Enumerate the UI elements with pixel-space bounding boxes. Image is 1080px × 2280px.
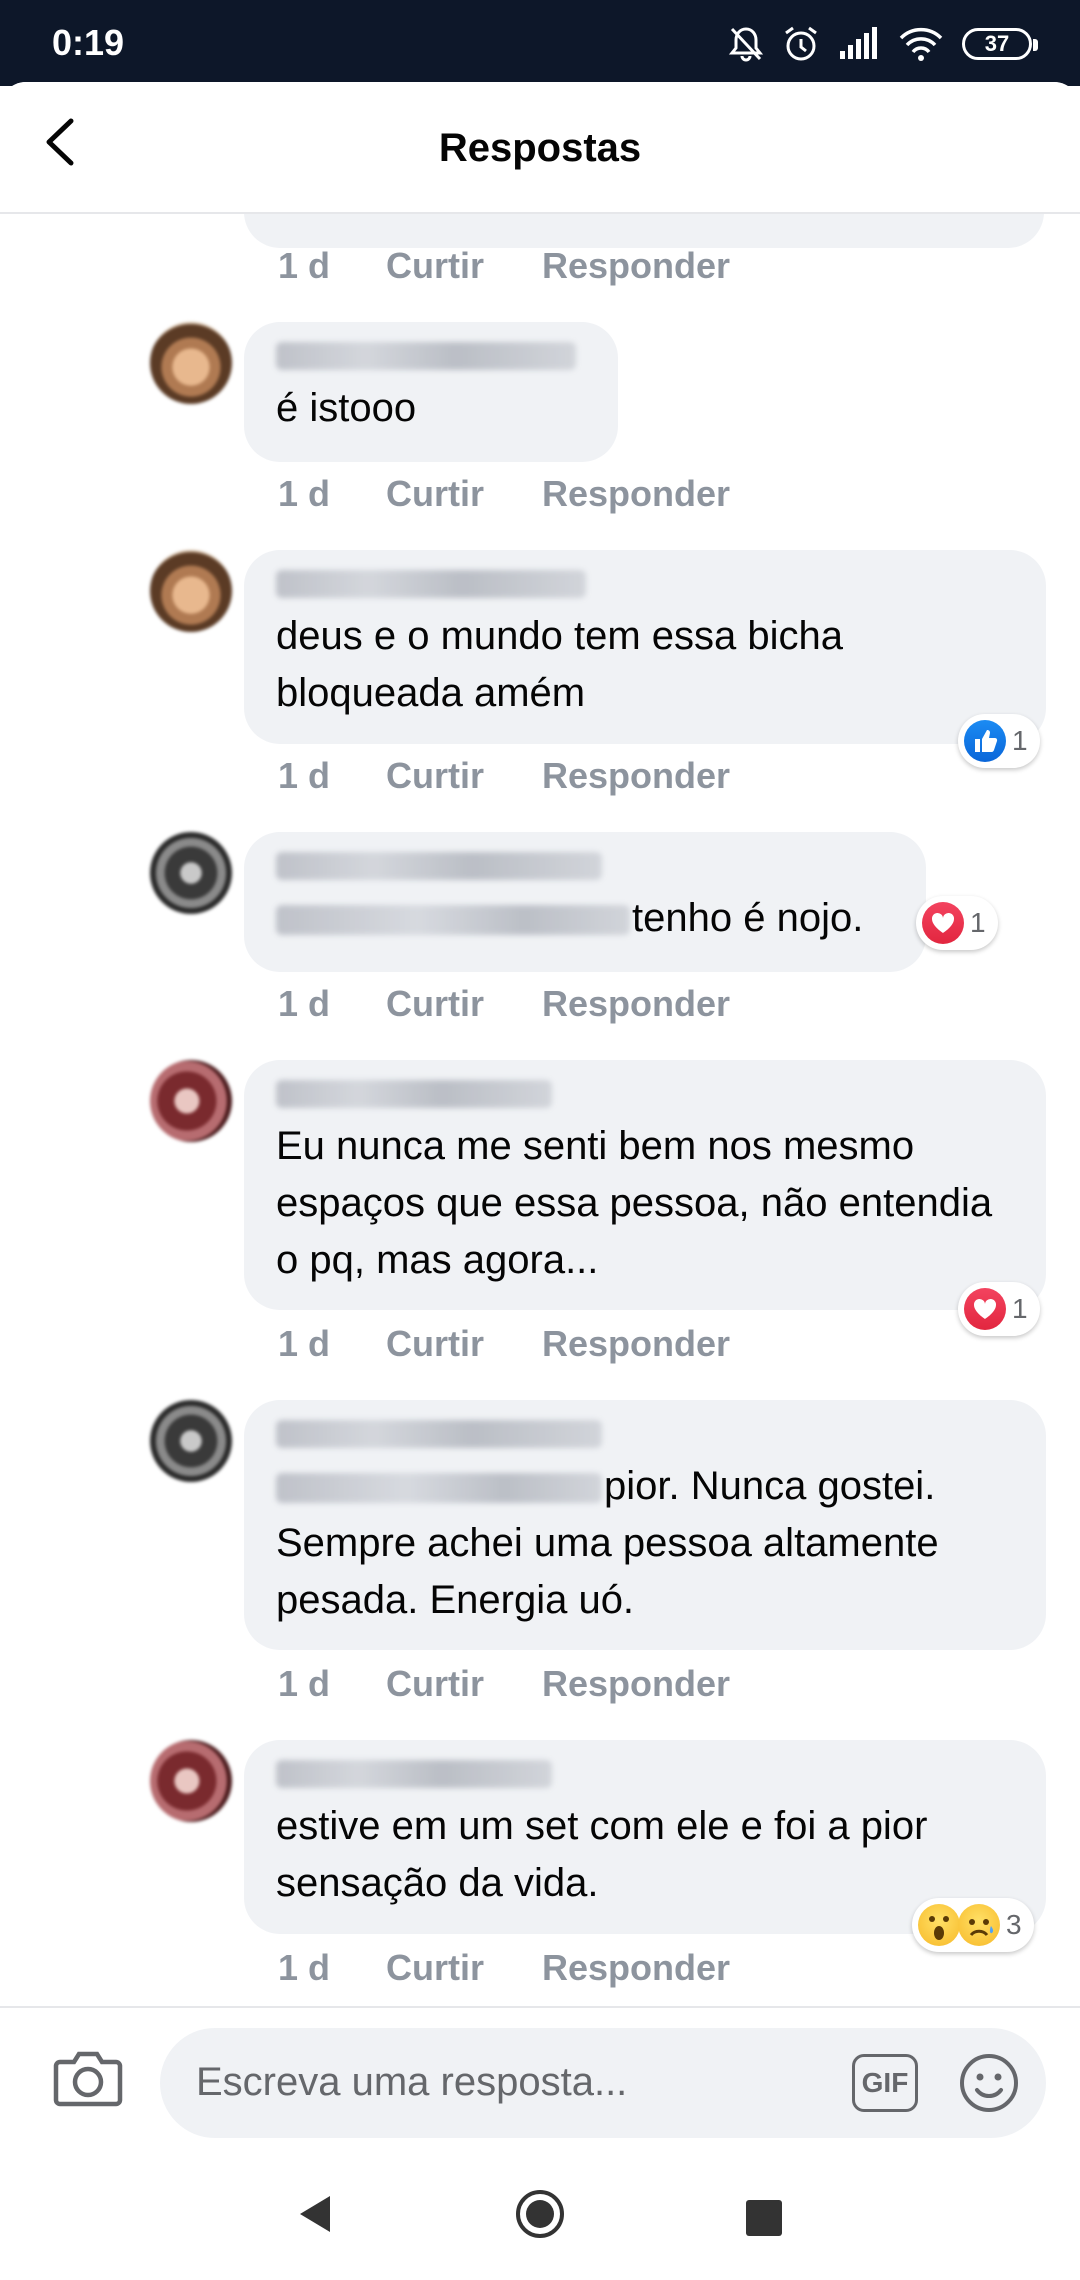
like-button[interactable]: Curtir bbox=[386, 1323, 542, 1365]
reaction-summary[interactable]: 1 bbox=[958, 714, 1040, 768]
avatar[interactable] bbox=[150, 550, 232, 632]
author-name[interactable] bbox=[276, 852, 602, 880]
like-button[interactable]: Curtir bbox=[386, 1947, 542, 1989]
like-button[interactable]: Curtir bbox=[386, 983, 542, 1025]
comment-time: 1 d bbox=[278, 1663, 331, 1704]
author-name[interactable] bbox=[276, 570, 586, 598]
comment-time: 1 d bbox=[278, 473, 331, 514]
reaction-summary[interactable]: 3 bbox=[912, 1898, 1034, 1952]
reaction-summary[interactable]: 1 bbox=[916, 896, 998, 950]
comment-actions: 1 d Curtir Responder bbox=[278, 754, 730, 798]
like-reaction-icon bbox=[964, 720, 1006, 762]
reply-button[interactable]: Responder bbox=[542, 983, 730, 1025]
camera-button[interactable] bbox=[52, 2046, 124, 2110]
comment-bubble[interactable]: Eu nunca me senti bem nos mesmo espaços … bbox=[244, 1060, 1046, 1310]
reaction-summary[interactable]: 1 bbox=[958, 1282, 1040, 1336]
comment-bubble[interactable]: deus e o mundo tem essa bicha bloqueada … bbox=[244, 550, 1046, 744]
battery-icon: 37 bbox=[962, 28, 1038, 60]
page-title: Respostas bbox=[438, 126, 642, 170]
status-bar: 0:19 37 bbox=[0, 0, 1080, 86]
love-reaction-icon bbox=[964, 1288, 1006, 1330]
nav-back-icon bbox=[300, 2196, 330, 2232]
sad-reaction-icon bbox=[958, 1904, 1000, 1946]
comment-bubble[interactable]: pior. Nunca gostei. Sempre achei uma pes… bbox=[244, 1400, 1046, 1650]
author-name[interactable] bbox=[276, 342, 576, 370]
like-button[interactable]: Curtir bbox=[386, 473, 542, 515]
comment-thread[interactable]: 1 d Curtir Responder é istooo 1 d Curtir… bbox=[0, 214, 1080, 2088]
camera-icon bbox=[53, 2051, 123, 2107]
reaction-count: 1 bbox=[970, 907, 986, 938]
signal-icon bbox=[838, 27, 880, 61]
comment-bubble[interactable]: tenho é nojo. bbox=[244, 832, 926, 972]
reply-placeholder: Escreva uma resposta... bbox=[196, 2060, 628, 2104]
gif-button[interactable]: GIF bbox=[852, 2054, 918, 2112]
emoji-icon bbox=[960, 2054, 1018, 2112]
comment-text: tenho é nojo. bbox=[632, 896, 864, 940]
comment-actions: 1 d Curtir Responder bbox=[278, 982, 730, 1026]
reaction-count: 1 bbox=[1012, 725, 1028, 756]
previous-comment-actions: 1 d Curtir Responder bbox=[278, 244, 730, 288]
reply-button[interactable]: Responder bbox=[542, 755, 730, 797]
avatar[interactable] bbox=[150, 1060, 232, 1142]
nav-recent-apps-button[interactable] bbox=[746, 2200, 782, 2236]
avatar[interactable] bbox=[150, 1740, 232, 1822]
wow-reaction-icon bbox=[918, 1904, 960, 1946]
comment-time: 1 d bbox=[278, 755, 331, 796]
comment-actions: 1 d Curtir Responder bbox=[278, 472, 730, 516]
like-button[interactable]: Curtir bbox=[386, 1663, 542, 1705]
header: Respostas bbox=[0, 82, 1080, 214]
comment-actions: 1 d Curtir Responder bbox=[278, 1662, 730, 1706]
previous-comment-bubble bbox=[244, 214, 1044, 248]
reply-button[interactable]: Responder bbox=[542, 1323, 730, 1365]
reply-button[interactable]: Responder bbox=[542, 1663, 730, 1705]
comment-bubble[interactable]: é istooo bbox=[244, 322, 618, 462]
comment-text: Eu nunca me senti bem nos mesmo espaços … bbox=[276, 1124, 993, 1282]
mention-tag[interactable] bbox=[276, 905, 630, 936]
alarm-icon bbox=[782, 25, 820, 63]
nav-home-icon bbox=[516, 2190, 564, 2238]
comment-time: 1 d bbox=[278, 1323, 331, 1364]
status-time: 0:19 bbox=[52, 22, 125, 63]
love-reaction-icon bbox=[922, 902, 964, 944]
avatar[interactable] bbox=[150, 1400, 232, 1482]
comment-time: 1 d bbox=[278, 1947, 331, 1988]
wifi-icon bbox=[898, 26, 944, 62]
avatar[interactable] bbox=[150, 832, 232, 914]
reply-input[interactable]: Escreva uma resposta... GIF bbox=[160, 2028, 1046, 2138]
reply-button[interactable]: Responder bbox=[542, 1947, 730, 1989]
comment-text: deus e o mundo tem essa bicha bloqueada … bbox=[276, 614, 844, 715]
avatar[interactable] bbox=[150, 322, 232, 404]
comment-actions: 1 d Curtir Responder bbox=[278, 1946, 730, 1990]
reaction-count: 3 bbox=[1006, 1909, 1022, 1940]
comment-text: pior. Nunca gostei. bbox=[604, 1464, 936, 1508]
comment-text-continued: Sempre achei uma pessoa altamente pesada… bbox=[276, 1521, 939, 1622]
author-name[interactable] bbox=[276, 1420, 602, 1448]
battery-level-text: 37 bbox=[984, 31, 1010, 56]
reply-button[interactable]: Responder bbox=[542, 473, 730, 515]
reply-button[interactable]: Responder bbox=[542, 245, 730, 287]
emoji-button[interactable] bbox=[958, 2052, 1020, 2114]
status-icons: 37 bbox=[728, 22, 1038, 66]
bell-off-icon bbox=[728, 25, 764, 63]
reply-composer: Escreva uma resposta... GIF bbox=[0, 2006, 1080, 2152]
author-name[interactable] bbox=[276, 1080, 552, 1108]
comment-time: 1 d bbox=[278, 983, 331, 1024]
author-name[interactable] bbox=[276, 1760, 552, 1788]
comment-time: 1 d bbox=[278, 245, 331, 286]
like-button[interactable]: Curtir bbox=[386, 755, 542, 797]
system-nav-bar bbox=[0, 2152, 1080, 2280]
comment-text: estive em um set com ele e foi a pior se… bbox=[276, 1804, 928, 1905]
like-button[interactable]: Curtir bbox=[386, 245, 542, 287]
nav-back-button[interactable] bbox=[294, 2192, 334, 2241]
comment-actions: 1 d Curtir Responder bbox=[278, 1322, 730, 1366]
comment-text: é istooo bbox=[276, 386, 417, 430]
replies-sheet: Respostas 1 d Curtir Responder é istooo … bbox=[0, 82, 1080, 2280]
reaction-count: 1 bbox=[1012, 1293, 1028, 1324]
mention-tag[interactable] bbox=[276, 1473, 602, 1504]
nav-home-button[interactable] bbox=[514, 2188, 566, 2245]
